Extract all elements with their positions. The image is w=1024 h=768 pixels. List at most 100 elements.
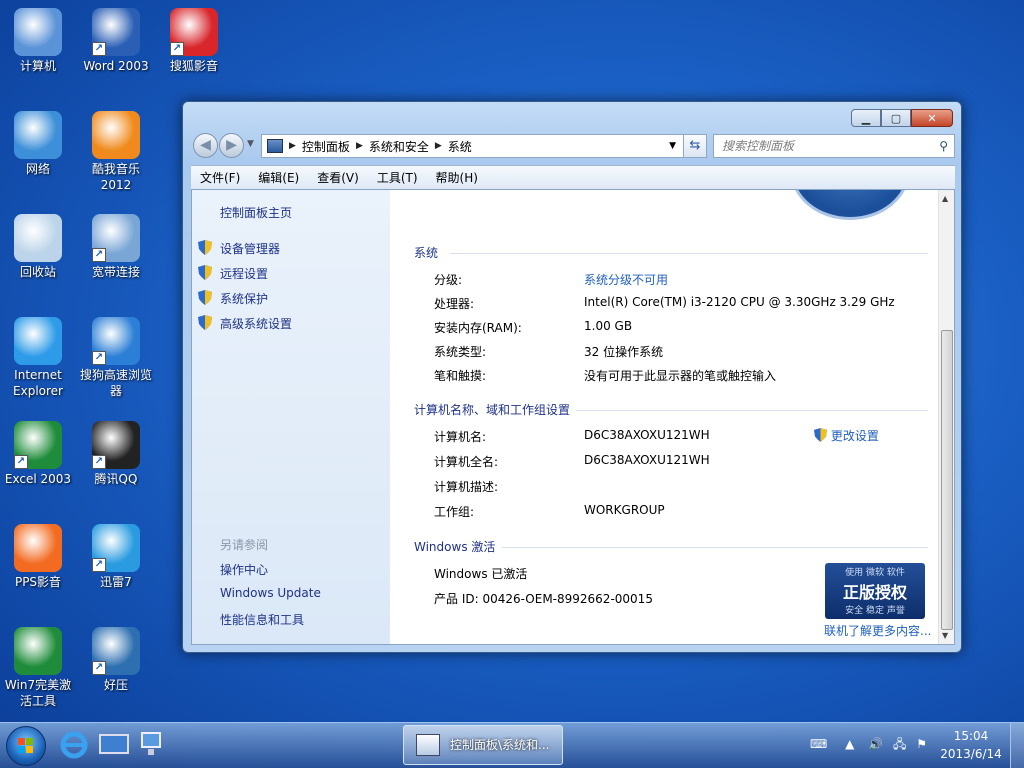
forward-button[interactable]: ▶ [219, 133, 244, 158]
chevron-down-icon[interactable]: ▼ [669, 141, 676, 151]
kuwo-music-icon [92, 111, 140, 159]
desktop-icon-broadband[interactable]: ↗ 宽带连接 [78, 214, 154, 280]
shortcut-arrow-icon: ↗ [92, 558, 106, 572]
clock[interactable]: 15:04 2013/6/14 [936, 727, 1006, 763]
pps-icon [14, 524, 62, 572]
desktop-icon-sogou-browser[interactable]: ↗ 搜狗高速浏览器 [78, 317, 154, 399]
show-hidden-icons-icon[interactable]: ▲ [845, 737, 854, 751]
windows-flag-icon [18, 738, 33, 753]
show-desktop-icon[interactable] [98, 729, 130, 761]
desktop-icon-sohu-video[interactable]: ↗ 搜狐影音 [156, 8, 232, 74]
device-manager-link[interactable]: 设备管理器 [198, 240, 281, 257]
desktop-icon-computer[interactable]: 计算机 [0, 8, 76, 74]
learn-more-link[interactable]: 联机了解更多内容... [824, 622, 931, 639]
control-panel-home-link[interactable]: 控制面板主页 [220, 204, 292, 221]
scrollbar-thumb[interactable] [941, 330, 953, 630]
refresh-button[interactable]: ⇆ [683, 134, 707, 158]
system-protection-link[interactable]: 系统保护 [198, 290, 268, 307]
taskbar-control-panel-button[interactable]: 控制面板\系统和... [403, 725, 563, 765]
shortcut-arrow-icon: ↗ [92, 455, 106, 469]
remote-settings-label: 远程设置 [220, 267, 269, 281]
action-center-link[interactable]: 操作中心 [220, 561, 268, 578]
network-status-icon[interactable]: 🖧 [893, 737, 906, 751]
excel-icon: ↗ [14, 421, 62, 469]
back-button[interactable]: ◀ [193, 133, 218, 158]
sogou-browser-icon: ↗ [92, 317, 140, 365]
desktop-icon-xunlei[interactable]: ↗ 迅雷7 [78, 524, 154, 590]
maximize-button[interactable]: ▢ [881, 109, 911, 127]
advanced-settings-link[interactable]: 高级系统设置 [198, 315, 293, 332]
shield-icon [198, 240, 212, 255]
recycle-bin-icon [14, 214, 62, 262]
scroll-up-icon[interactable]: ▲ [942, 194, 948, 203]
change-settings-link[interactable]: 更改设置 [814, 427, 879, 444]
menu-help[interactable]: 帮助(H) [427, 169, 487, 186]
close-button[interactable]: ✕ [911, 109, 953, 127]
desktop-icon-label: 回收站 [19, 265, 56, 279]
ram-label: 安装内存(RAM): [434, 321, 522, 335]
search-icon[interactable]: ⚲ [939, 135, 948, 157]
divider [576, 410, 928, 411]
divider [502, 547, 928, 548]
full-name-value: D6C38AXOXU121WH [584, 453, 710, 467]
scroll-down-icon[interactable]: ▼ [942, 631, 948, 640]
advanced-settings-label: 高级系统设置 [220, 317, 293, 331]
menu-edit[interactable]: 编辑(E) [249, 169, 308, 186]
change-settings-label: 更改设置 [830, 429, 879, 443]
control-panel-window: ▁ ▢ ✕ ◀ ▶ ▼ ▶ 控制面板 ▶ 系统和安全 ▶ 系统 ▼ ⇆ 搜索控制… [182, 101, 962, 653]
system-heading: 系统 [414, 246, 439, 260]
full-name-label: 计算机全名: [434, 455, 499, 469]
breadcrumb-system[interactable]: 系统 [448, 138, 472, 155]
device-manager-label: 设备管理器 [220, 242, 281, 256]
start-button[interactable] [6, 726, 46, 766]
desktop-icon-kuwo-music[interactable]: 酷我音乐 2012 [78, 111, 154, 193]
volume-icon[interactable]: 🔊 [868, 737, 883, 751]
desktop-icon-excel[interactable]: ↗ Excel 2003 [0, 421, 76, 487]
search-input[interactable]: 搜索控制面板 ⚲ [713, 134, 955, 158]
desktop-icon-haozip[interactable]: ↗ 好压 [78, 627, 154, 693]
desktop-icon-label: Excel 2003 [4, 472, 72, 486]
menu-tools[interactable]: 工具(T) [368, 169, 427, 186]
breadcrumb-system-security[interactable]: 系统和安全 [369, 138, 429, 155]
vertical-scrollbar[interactable]: ▲ ▼ [938, 190, 954, 644]
minimize-button[interactable]: ▁ [851, 109, 881, 127]
desktop-icon-label: 计算机 [19, 59, 56, 73]
breadcrumb-separator-icon[interactable]: ▶ [356, 141, 363, 151]
ie-taskbar-icon[interactable] [58, 729, 90, 761]
desktop-icon-label: 网络 [25, 162, 50, 176]
breadcrumb-separator-icon[interactable]: ▶ [289, 141, 296, 151]
desktop-icon-recycle-bin[interactable]: 回收站 [0, 214, 76, 280]
desktop-icon-word[interactable]: ↗ Word 2003 [78, 8, 154, 74]
menu-file[interactable]: 文件(F) [191, 169, 249, 186]
remote-settings-link[interactable]: 远程设置 [198, 265, 269, 282]
desktop-icon-label: 迅雷7 [100, 575, 132, 589]
keyboard-icon[interactable]: ⌨ [810, 737, 827, 751]
windows-update-link[interactable]: Windows Update [220, 586, 321, 600]
address-bar[interactable]: ▶ 控制面板 ▶ 系统和安全 ▶ 系统 ▼ [261, 134, 707, 158]
rating-link[interactable]: 系统分级不可用 [584, 271, 668, 288]
performance-info-link[interactable]: 性能信息和工具 [220, 611, 304, 628]
workgroup-label: 工作组: [434, 505, 475, 519]
desktop-icon-qq[interactable]: ↗ 腾讯QQ [78, 421, 154, 487]
show-desktop-button[interactable] [1010, 723, 1024, 768]
network-taskbar-icon[interactable] [138, 729, 170, 761]
system-type-label: 系统类型: [434, 345, 487, 359]
desktop-icon-ie[interactable]: Internet Explorer [0, 317, 76, 399]
menu-view[interactable]: 查看(V) [308, 169, 368, 186]
desktop-icon-activation-tool[interactable]: Win7完美激活工具 [0, 627, 76, 709]
desktop-icon-label: 搜狗高速浏览器 [79, 368, 152, 398]
activation-tool-icon [14, 627, 62, 675]
breadcrumb-control-panel[interactable]: 控制面板 [302, 138, 350, 155]
action-center-icon[interactable]: ⚑ [916, 737, 927, 751]
shield-icon [198, 315, 212, 330]
sohu-video-icon: ↗ [170, 8, 218, 56]
shield-icon [198, 290, 212, 305]
breadcrumb-separator-icon[interactable]: ▶ [435, 141, 442, 151]
recent-pages-icon[interactable]: ▼ [247, 139, 254, 149]
ram-value: 1.00 GB [584, 319, 633, 333]
system-type-value: 32 位操作系统 [584, 345, 664, 359]
desktop-icon-network[interactable]: 网络 [0, 111, 76, 177]
processor-value: Intel(R) Core(TM) i3-2120 CPU @ 3.30GHz … [584, 295, 895, 309]
desktop-icon-pps[interactable]: PPS影音 [0, 524, 76, 590]
shortcut-arrow-icon: ↗ [92, 351, 106, 365]
